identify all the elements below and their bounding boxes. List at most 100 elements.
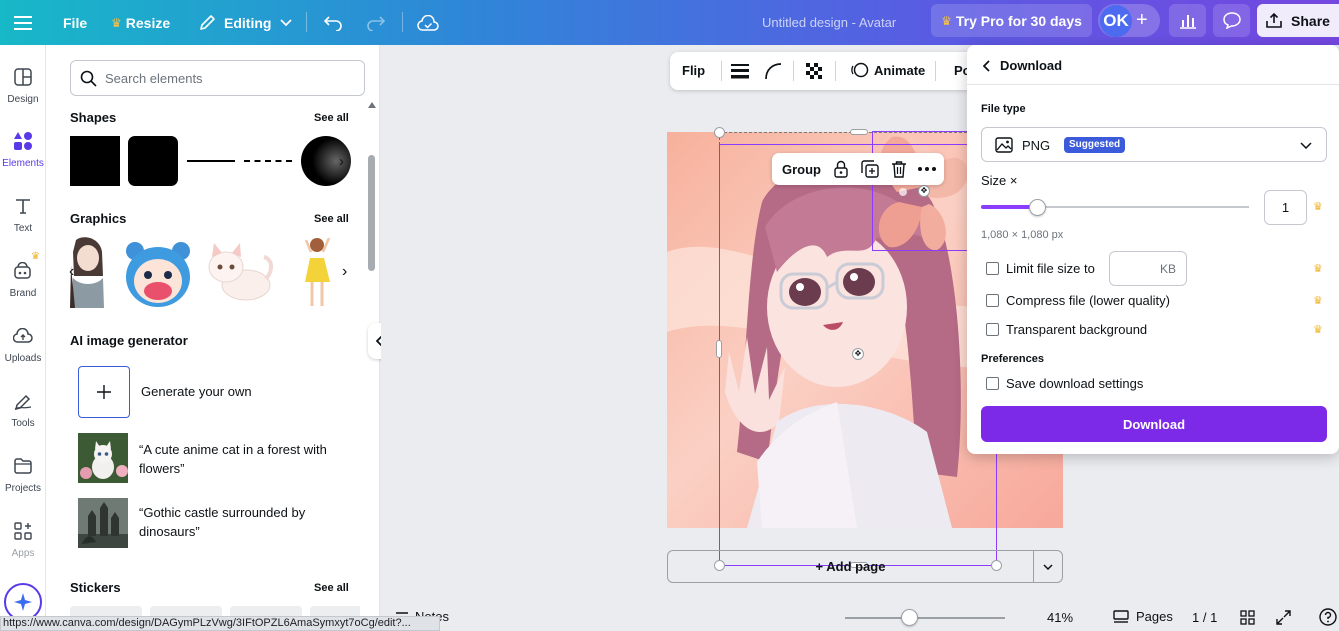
rail-item-projects[interactable]: Projects	[0, 434, 46, 496]
prompt1-thumbnail[interactable]	[78, 433, 128, 483]
size-input[interactable]: 1	[1264, 190, 1307, 225]
file-menu[interactable]: File	[63, 0, 87, 45]
shape-rounded-square[interactable]	[128, 136, 178, 186]
resize-button[interactable]: ♛ Resize	[111, 0, 170, 45]
shape-square[interactable]	[70, 136, 120, 186]
prompt1-label[interactable]: “A cute anime cat in a forest with flowe…	[139, 440, 354, 478]
add-page-label: + Add page	[816, 559, 886, 574]
collaborators-group[interactable]: OK +	[1098, 4, 1160, 37]
group-button[interactable]: Group	[782, 162, 821, 177]
flip-button[interactable]: Flip	[682, 63, 705, 78]
size-slider-knob[interactable]	[1029, 199, 1046, 216]
shape-dashed-line[interactable]	[244, 160, 292, 162]
text-icon	[11, 194, 35, 218]
ai-generator-title: AI image generator	[70, 333, 188, 348]
stickers-title: Stickers	[70, 580, 121, 595]
shapes-see-all[interactable]: See all	[314, 112, 349, 124]
graphic-chibi-bear[interactable]	[123, 239, 193, 311]
upload-cloud-icon	[11, 324, 35, 348]
zoom-slider-track[interactable]	[845, 617, 1005, 619]
graphics-title: Graphics	[70, 211, 126, 226]
help-icon[interactable]	[1319, 608, 1337, 626]
move-handle[interactable]: ✥	[918, 185, 930, 197]
file-type-value: PNG	[1022, 138, 1050, 153]
file-type-select[interactable]: PNG Suggested	[981, 127, 1327, 162]
graphics-see-all[interactable]: See all	[314, 213, 349, 225]
insights-button[interactable]	[1169, 4, 1206, 37]
add-page-button[interactable]: + Add page	[667, 550, 1034, 583]
stickers-see-all[interactable]: See all	[314, 582, 349, 594]
border-style-icon[interactable]	[731, 63, 749, 79]
animate-button[interactable]: Animate	[851, 62, 925, 78]
share-label: Share	[1291, 13, 1330, 29]
rail-item-apps[interactable]: Apps	[0, 499, 46, 561]
share-button[interactable]: Share	[1257, 4, 1339, 37]
search-input[interactable]: Search elements	[70, 60, 365, 96]
rail-item-brand[interactable]: ♛ Brand	[0, 239, 46, 301]
generate-your-own-label[interactable]: Generate your own	[141, 384, 252, 399]
rail-label: Design	[7, 94, 38, 105]
save-settings-checkbox[interactable]	[986, 377, 999, 390]
rail-item-text[interactable]: Text	[0, 174, 46, 236]
image-icon	[995, 137, 1013, 153]
undo-button[interactable]	[323, 0, 343, 45]
rail-item-elements[interactable]: Elements	[0, 109, 46, 171]
preferences-label: Preferences	[981, 353, 1044, 365]
rail-item-design[interactable]: Design	[0, 45, 46, 107]
transparent-bg-checkbox[interactable]	[986, 323, 999, 336]
graphic-white-cat[interactable]	[204, 239, 276, 309]
grid-view-icon[interactable]	[1240, 610, 1255, 625]
zoom-slider-knob[interactable]	[901, 609, 918, 626]
corner-rounding-icon[interactable]	[764, 62, 782, 80]
graphic-girl-yellow-dress[interactable]	[303, 236, 333, 310]
rail-item-uploads[interactable]: Uploads	[0, 304, 46, 366]
menu-button[interactable]	[14, 0, 32, 45]
prompt2-label[interactable]: “Gothic castle surrounded by dinosaurs”	[139, 503, 354, 541]
rail-label: Brand	[10, 288, 37, 299]
limit-size-checkbox[interactable]	[986, 262, 999, 275]
panel-scroll-up[interactable]	[368, 102, 376, 108]
editing-label: Editing	[224, 15, 271, 31]
avatar[interactable]: OK	[1100, 5, 1132, 37]
shapes-scroll-right[interactable]: ›	[339, 153, 344, 170]
chevron-down-icon	[280, 19, 292, 27]
download-button[interactable]: Download	[981, 406, 1327, 442]
add-page-options-button[interactable]	[1033, 550, 1063, 583]
limit-size-input[interactable]: KB	[1109, 251, 1187, 286]
comments-button[interactable]	[1213, 4, 1250, 37]
lock-icon[interactable]	[833, 160, 849, 178]
resize-handle[interactable]	[714, 127, 725, 138]
resize-handle[interactable]	[850, 129, 868, 135]
graphics-scroll-right[interactable]: ›	[342, 263, 347, 281]
transparency-icon[interactable]	[806, 63, 822, 79]
more-options-icon[interactable]	[918, 167, 936, 171]
zoom-value[interactable]: 41%	[1047, 610, 1073, 625]
download-back-button[interactable]: Download	[983, 58, 1062, 73]
add-collaborator-icon[interactable]: +	[1136, 9, 1148, 32]
hamburger-icon	[14, 16, 32, 30]
graphic-anime-girl[interactable]	[70, 236, 105, 310]
generate-your-own-button[interactable]	[78, 366, 130, 418]
fullscreen-icon[interactable]	[1276, 610, 1291, 625]
rail-item-tools[interactable]: Tools	[0, 369, 46, 431]
resize-handle[interactable]	[716, 340, 722, 358]
design-title[interactable]: Untitled design - Avatar	[762, 0, 896, 45]
save-status-button[interactable]	[417, 0, 439, 45]
move-handle[interactable]: ✥	[852, 348, 864, 360]
rail-label: Tools	[11, 418, 34, 429]
compress-checkbox[interactable]	[986, 294, 999, 307]
prompt2-thumbnail[interactable]	[78, 498, 128, 548]
crown-icon: ♛	[31, 251, 40, 262]
pages-button[interactable]: Pages	[1113, 609, 1173, 624]
undo-icon	[323, 15, 343, 31]
size-label: Size ×	[981, 173, 1018, 188]
rail-label: Elements	[2, 158, 44, 169]
duplicate-icon[interactable]	[861, 160, 879, 178]
shape-line[interactable]	[187, 160, 235, 162]
panel-scrollbar-thumb[interactable]	[368, 155, 375, 271]
trash-icon[interactable]	[891, 160, 907, 178]
try-pro-button[interactable]: ♛ Try Pro for 30 days	[931, 4, 1092, 37]
redo-button[interactable]	[366, 0, 386, 45]
editing-mode-button[interactable]: Editing	[199, 0, 292, 45]
divider	[402, 12, 403, 32]
